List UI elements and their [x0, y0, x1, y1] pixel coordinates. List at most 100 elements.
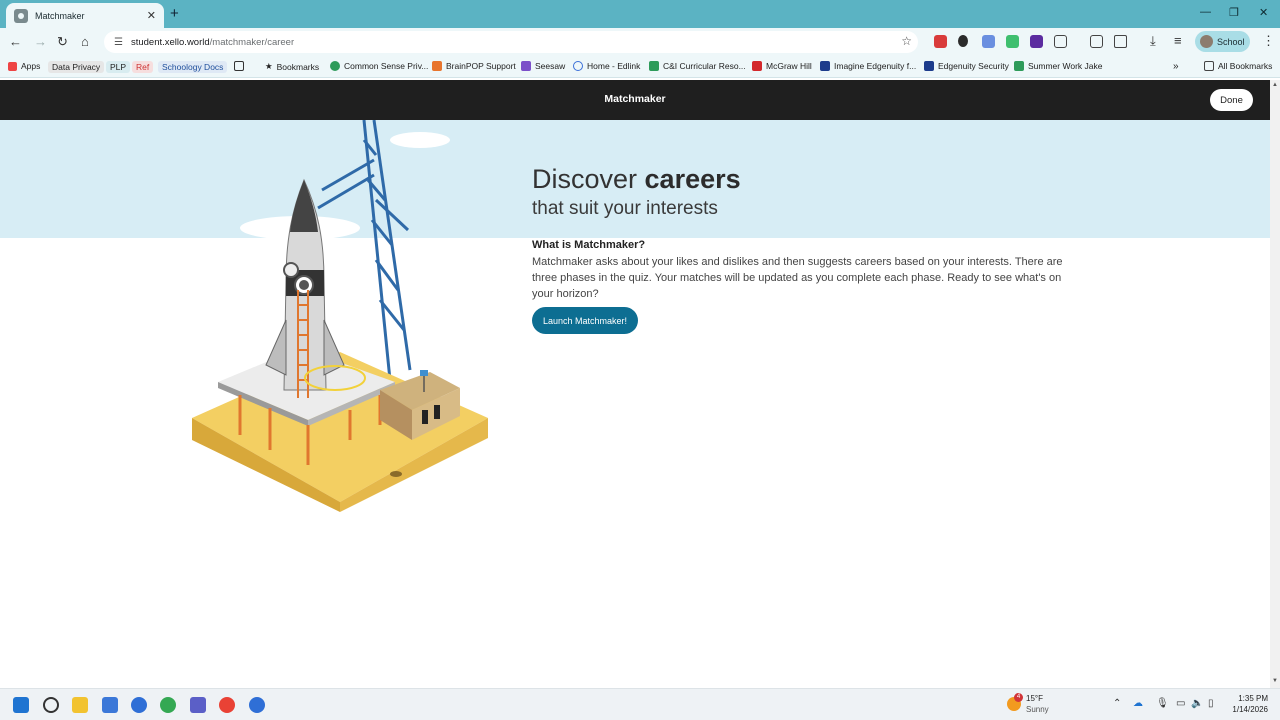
bookmark-star-icon[interactable]: ☆: [901, 34, 912, 48]
apps-grid-icon: [8, 61, 17, 71]
bookmark-brainpop[interactable]: BrainPOP Support: [432, 61, 516, 71]
tab-strip: Matchmaker ✕ + — ❐ ✕: [0, 0, 1280, 28]
onedrive-icon[interactable]: ☁: [1133, 698, 1143, 709]
profile-label: School: [1217, 36, 1245, 47]
description-text: Matchmaker asks about your likes and dis…: [532, 256, 1063, 300]
rocket-launchpad-illustration: [192, 120, 488, 512]
app-circle-icon[interactable]: [131, 697, 147, 713]
bookmark-grid[interactable]: [234, 61, 244, 71]
plus-icon: [649, 61, 659, 71]
bookmark-imagine-edgenuity[interactable]: Imagine Edgenuity f...: [820, 61, 916, 71]
page-scrollbar[interactable]: [1270, 80, 1280, 688]
folder-icon: [1204, 61, 1214, 71]
bookmark-ref[interactable]: Ref: [132, 61, 154, 73]
bookmark-data-privacy[interactable]: Data Privacy: [48, 61, 105, 73]
reload-icon[interactable]: ↻: [57, 34, 68, 50]
bookmark-label: Ref: [132, 61, 154, 73]
windows-start-icon[interactable]: [13, 697, 29, 713]
bookmark-ci-curricular[interactable]: C&I Curricular Reso...: [649, 61, 746, 71]
screen: Matchmaker ✕ + — ❐ ✕ ← → ↻ ⌂ ☰ student.x…: [0, 0, 1280, 720]
back-icon[interactable]: ←: [9, 34, 22, 49]
question-heading: What is Matchmaker?: [532, 239, 646, 251]
extensions-icon[interactable]: [1054, 35, 1067, 48]
person-extension-icon[interactable]: [958, 35, 968, 47]
bookmark-edlink[interactable]: Home - Edlink: [573, 61, 640, 71]
site-info-icon[interactable]: ☰: [114, 37, 123, 48]
bookmark-label: McGraw Hill: [766, 61, 812, 71]
volume-icon[interactable]: 🔈: [1191, 698, 1203, 709]
scroll-up-arrow-icon[interactable]: ▲: [1272, 82, 1278, 88]
bookmark-label: C&I Curricular Reso...: [663, 61, 746, 71]
more-menu-icon[interactable]: ⋮: [1262, 33, 1275, 49]
chrome-active-icon[interactable]: [219, 697, 235, 713]
chrome-icon[interactable]: [160, 697, 176, 713]
more-bookmarks-icon[interactable]: »: [1173, 61, 1179, 72]
weather-badge: 4: [1014, 693, 1023, 702]
page-title: Matchmaker: [604, 93, 666, 105]
plus-icon: [1014, 61, 1024, 71]
k-extension-icon[interactable]: [1030, 35, 1043, 48]
weather-temperature[interactable]: 15°F: [1026, 694, 1043, 703]
cast-icon[interactable]: [1114, 35, 1127, 48]
bookmark-label: Data Privacy: [48, 61, 105, 73]
scroll-down-arrow-icon[interactable]: ▼: [1272, 678, 1278, 684]
bookmark-label: Common Sense Priv...: [344, 61, 429, 71]
download-icon[interactable]: ⤓: [1150, 33, 1156, 49]
puzzle-colored-extension-icon[interactable]: [982, 35, 995, 48]
network-icon[interactable]: ▭: [1176, 698, 1185, 709]
search-icon[interactable]: [43, 697, 59, 713]
brainpop-icon: [432, 61, 442, 71]
restore-icon[interactable]: ❐: [1229, 6, 1239, 19]
bookmark-common-sense[interactable]: Common Sense Priv...: [330, 61, 428, 71]
microphone-icon[interactable]: 🎙: [1156, 698, 1169, 709]
chevron-up-icon[interactable]: ⌃: [1113, 698, 1121, 709]
app-circle-icon[interactable]: [249, 697, 265, 713]
clock-time[interactable]: 1:35 PM: [1228, 694, 1268, 703]
done-button[interactable]: Done: [1210, 89, 1253, 111]
media-control-icon[interactable]: ≡: [1174, 33, 1182, 48]
clock-date[interactable]: 1/14/2026: [1220, 705, 1268, 714]
bookmark-schoology-docs[interactable]: Schoology Docs: [158, 61, 228, 73]
hero-subheadline: that suit your interests: [532, 198, 718, 219]
profile-button[interactable]: School: [1195, 31, 1250, 52]
all-bookmarks[interactable]: All Bookmarks: [1204, 61, 1272, 71]
bookmark-label: Home - Edlink: [587, 61, 641, 71]
url-host: student.xello.world: [130, 36, 210, 48]
edgenuity-icon: [924, 61, 934, 71]
bookmark-label: Imagine Edgenuity f...: [834, 61, 917, 71]
check-icon: [330, 61, 340, 71]
main-content: Discover careers that suit your interest…: [0, 120, 1270, 688]
star-icon: ★: [265, 61, 273, 71]
weather-description[interactable]: Sunny: [1026, 705, 1049, 714]
bookmark-summer-work[interactable]: Summer Work Jake: [1014, 61, 1102, 71]
avatar: [1200, 35, 1213, 48]
close-window-icon[interactable]: ✕: [1259, 6, 1268, 19]
bookmark-edgenuity-security[interactable]: Edgenuity Security: [924, 61, 1009, 71]
browser-tab[interactable]: Matchmaker ✕: [6, 3, 164, 28]
hero-headline: Discover careers: [532, 164, 741, 195]
bookmark-label: Bookmarks: [276, 61, 320, 72]
bookmark-seesaw[interactable]: Seesaw: [521, 61, 565, 71]
address-bar[interactable]: ☰ student.xello.world/matchmaker/career …: [104, 31, 918, 53]
gmail-extension-icon[interactable]: [934, 35, 947, 48]
bookmark-label: Apps: [21, 61, 41, 71]
minimize-icon[interactable]: —: [1200, 6, 1211, 18]
mcgraw-hill-icon: [752, 61, 762, 71]
close-tab-icon[interactable]: ✕: [147, 9, 156, 22]
green-extension-icon[interactable]: [1006, 35, 1019, 48]
bookmark-plp[interactable]: PLP: [106, 61, 131, 73]
new-tab-icon[interactable]: +: [170, 5, 179, 22]
snipping-tool-icon[interactable]: [102, 697, 118, 713]
file-explorer-icon[interactable]: [72, 697, 88, 713]
bookmark-label: Seesaw: [535, 61, 566, 71]
launch-matchmaker-button[interactable]: Launch Matchmaker!: [532, 307, 638, 334]
bookmark-apps[interactable]: Apps: [8, 61, 40, 71]
bookmark-bookmarks[interactable]: ★ Bookmarks: [265, 61, 319, 72]
headline-bold: careers: [644, 164, 741, 194]
teams-icon[interactable]: [190, 697, 206, 713]
forward-icon[interactable]: →: [34, 34, 47, 49]
battery-icon[interactable]: ▯: [1208, 698, 1214, 709]
home-icon[interactable]: ⌂: [81, 34, 89, 49]
screenshot-icon[interactable]: [1090, 35, 1103, 48]
bookmark-mcgraw-hill[interactable]: McGraw Hill: [752, 61, 812, 71]
